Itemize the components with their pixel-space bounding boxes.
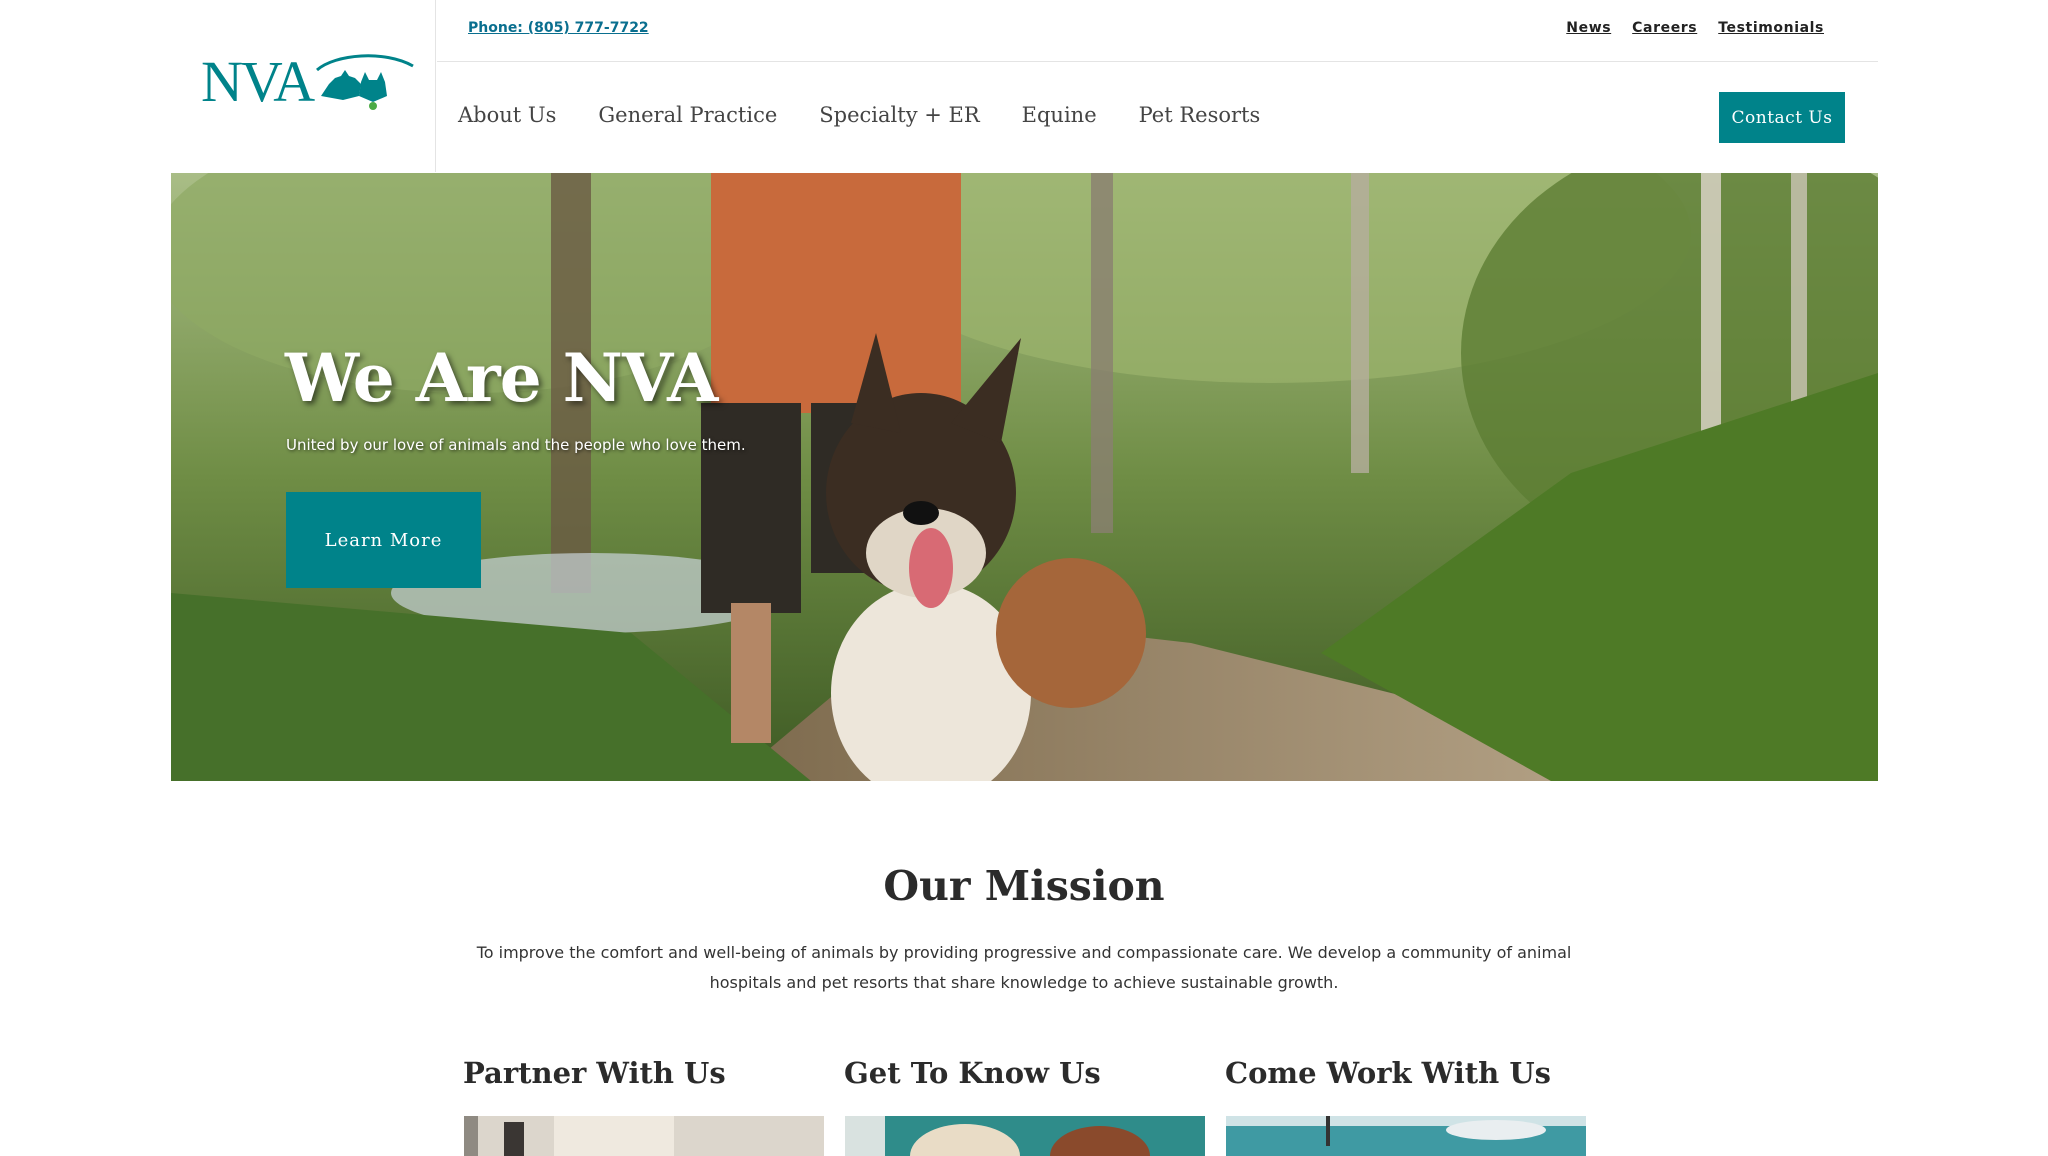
- hero-video: We Are NVA United by our love of animals…: [171, 173, 1878, 781]
- nav-equine[interactable]: Equine: [1022, 103, 1097, 127]
- nva-logo[interactable]: NVA: [201, 52, 415, 112]
- nav-pet-resorts[interactable]: Pet Resorts: [1139, 103, 1261, 127]
- card-image[interactable]: [845, 1116, 1205, 1156]
- phone-link[interactable]: Phone: (805) 777-7722: [468, 20, 649, 36]
- card-work-with-us[interactable]: Come Work With Us: [1225, 1056, 1586, 1156]
- mission-text: To improve the comfort and well-being of…: [476, 943, 1572, 992]
- card-partner[interactable]: Partner With Us: [463, 1056, 824, 1156]
- mission-title: Our Mission: [883, 862, 1165, 910]
- news-link[interactable]: News: [1566, 20, 1611, 36]
- card-title: Come Work With Us: [1225, 1056, 1551, 1090]
- nav-about-us[interactable]: About Us: [458, 103, 556, 127]
- logo-text: NVA: [201, 49, 315, 114]
- hero-subtitle: United by our love of animals and the pe…: [286, 436, 746, 454]
- card-title: Get To Know Us: [844, 1056, 1101, 1090]
- nav-specialty-er[interactable]: Specialty + ER: [819, 103, 979, 127]
- main-nav: About Us General Practice Specialty + ER…: [458, 103, 1260, 127]
- utility-bar: Phone: (805) 777-7722 News Careers Testi…: [437, 0, 1878, 62]
- logo-cell: NVA: [171, 0, 436, 172]
- hero-title: We Are NVA: [285, 339, 718, 417]
- testimonials-link[interactable]: Testimonials: [1718, 20, 1824, 36]
- nav-general-practice[interactable]: General Practice: [598, 103, 777, 127]
- careers-link[interactable]: Careers: [1632, 20, 1697, 36]
- utility-links: News Careers Testimonials: [1566, 20, 1824, 36]
- pets-logo-icon: [316, 54, 414, 110]
- card-know-us[interactable]: Get To Know Us: [844, 1056, 1205, 1156]
- hero-background-image: [171, 173, 1878, 781]
- learn-more-button[interactable]: Learn More: [286, 492, 481, 588]
- card-image[interactable]: [464, 1116, 824, 1156]
- card-title: Partner With Us: [463, 1056, 726, 1090]
- card-image[interactable]: [1226, 1116, 1586, 1156]
- contact-us-button[interactable]: Contact Us: [1719, 92, 1845, 143]
